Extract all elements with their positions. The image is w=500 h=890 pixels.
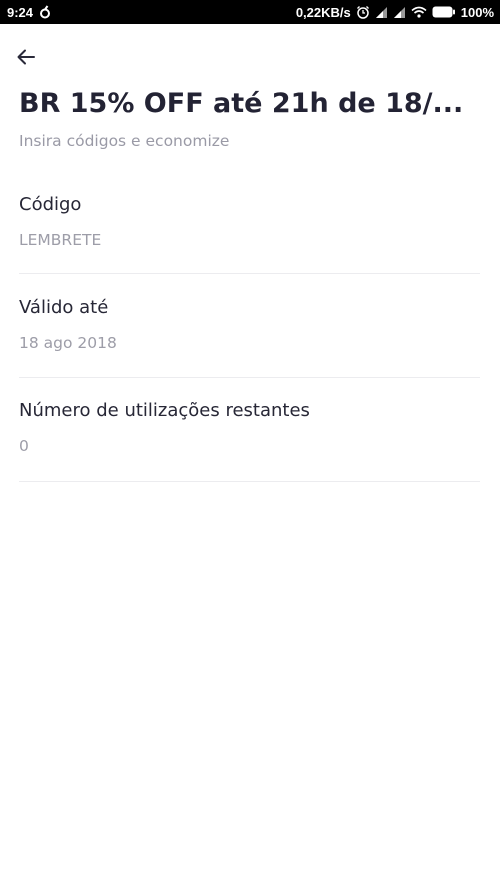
status-bar: 9:24 0,22KB/s 100% — [0, 0, 500, 24]
status-time: 9:24 — [7, 4, 34, 20]
code-section: Código LEMBRETE — [19, 193, 480, 274]
code-value: LEMBRETE — [19, 231, 102, 249]
battery-icon — [432, 6, 456, 18]
battery-percent: 100% — [460, 4, 494, 20]
alarm-icon — [356, 5, 370, 19]
valid-until-section: Válido até 18 ago 2018 — [19, 296, 480, 378]
back-button[interactable] — [16, 42, 50, 72]
code-label: Código — [19, 194, 82, 215]
page-subtitle: Insira códigos e economize — [19, 132, 230, 150]
valid-until-label: Válido até — [19, 297, 109, 318]
app-notification-icon — [39, 5, 51, 19]
network-speed: 0,22KB/s — [295, 4, 351, 20]
signal-icon — [393, 6, 406, 19]
status-bar-right: 0,22KB/s 100% — [296, 5, 494, 20]
valid-until-value: 18 ago 2018 — [19, 334, 117, 352]
arrow-left-icon — [17, 49, 35, 65]
status-bar-left: 9:24 — [7, 5, 51, 20]
remaining-uses-label: Número de utilizações restantes — [19, 400, 310, 421]
wifi-icon — [411, 6, 427, 18]
remaining-uses-value: 0 — [19, 437, 29, 455]
remaining-uses-section: Número de utilizações restantes 0 — [19, 399, 480, 482]
page-title: BR 15% OFF até 21h de 18/... — [19, 88, 464, 119]
signal-icon — [375, 6, 388, 19]
